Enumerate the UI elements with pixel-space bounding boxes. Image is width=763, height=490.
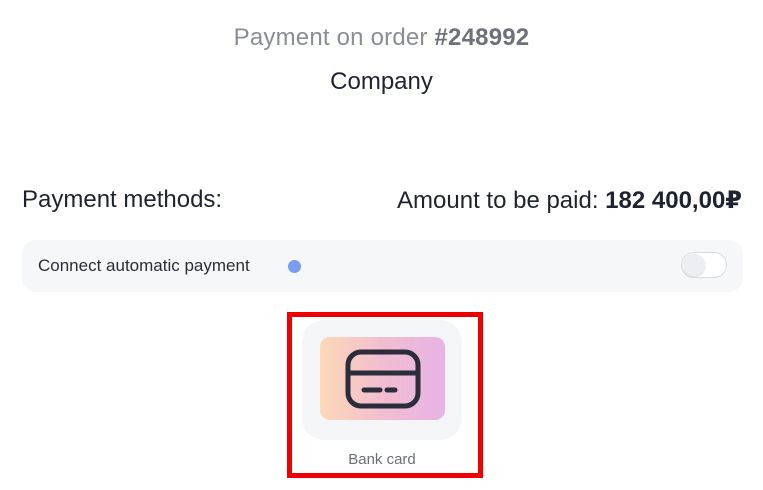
bank-card-tile — [320, 337, 445, 420]
amount-value: 182 400,00₽ — [605, 187, 742, 214]
payment-method-bank-card[interactable] — [302, 320, 462, 440]
auto-payment-toggle[interactable] — [681, 252, 727, 278]
info-dot-icon[interactable] — [288, 260, 301, 273]
credit-card-icon — [345, 349, 421, 409]
order-title: Payment on order #248992 — [0, 24, 763, 52]
payment-method-label: Bank card — [348, 451, 416, 468]
order-title-prefix: Payment on order — [233, 24, 428, 51]
auto-payment-label: Connect automatic payment — [38, 256, 250, 275]
auto-payment-row: Connect automatic payment — [22, 240, 743, 292]
company-name: Company — [330, 68, 433, 95]
amount-label: Amount to be paid: — [397, 187, 599, 214]
payment-methods-label: Payment methods: — [22, 186, 223, 213]
order-number: #248992 — [434, 24, 530, 51]
amount-to-pay: Amount to be paid: 182 400,00₽ — [397, 186, 742, 215]
toggle-knob — [683, 254, 705, 276]
